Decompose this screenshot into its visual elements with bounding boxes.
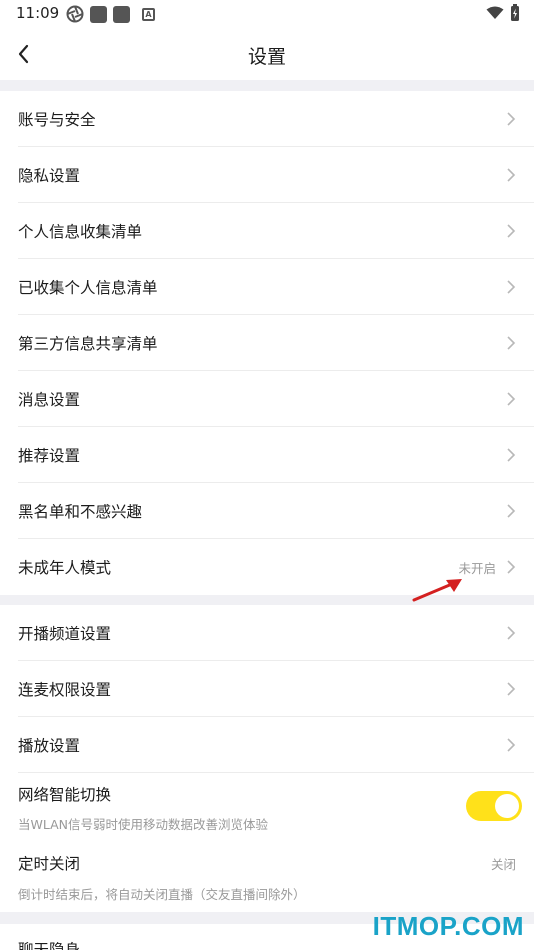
settings-item-label: 隐私设置 [18,167,81,185]
aperture-icon [66,5,84,23]
wifi-icon [486,6,504,19]
settings-item-label: 聊天隐身 [18,941,81,950]
settings-item-playback[interactable]: 播放设置 [0,717,534,773]
notification-icons: A [66,5,155,23]
settings-item-label: 开播频道设置 [18,625,112,643]
settings-item-label: 未成年人模式 [18,559,112,577]
network-switch-toggle[interactable] [466,791,522,821]
section-divider [0,80,534,91]
annotation-arrow-icon [412,579,462,602]
settings-item-label: 播放设置 [18,737,81,755]
settings-item-description: 倒计时结束后，将自动关闭直播（交友直播间除外） [18,887,306,902]
chevron-right-icon [507,336,516,350]
timer-off-status: 关闭 [490,857,516,872]
a-badge-icon: A [142,7,155,21]
battery-icon [511,4,519,21]
chevron-right-icon [507,280,516,294]
system-icons [486,4,520,22]
settings-item-label: 网络智能切换 [18,786,112,804]
chevron-right-icon [507,224,516,238]
settings-item-personal-info-list[interactable]: 个人信息收集清单 [0,203,534,259]
status-time: 11:09 [16,4,60,22]
settings-item-label: 黑名单和不感兴趣 [18,503,143,521]
chevron-right-icon [507,626,516,640]
settings-item-recommendation[interactable]: 推荐设置 [0,427,534,483]
top-app-bar: 设置 [0,28,534,80]
page-title: 设置 [247,46,286,68]
chevron-right-icon [507,448,516,462]
settings-item-broadcast-channel[interactable]: 开播频道设置 [0,605,534,661]
status-bar: 11:09 A [0,0,534,28]
app-notification-icon [90,5,107,23]
settings-item-privacy[interactable]: 隐私设置 [0,147,534,203]
settings-item-label: 第三方信息共享清单 [18,335,158,353]
chevron-right-icon [507,112,516,126]
settings-item-account-security[interactable]: 账号与安全 [0,91,534,147]
settings-item-label: 推荐设置 [18,447,81,465]
settings-item-network-switch: 网络智能切换 当WLAN信号弱时使用移动数据改善浏览体验 [0,773,534,851]
toggle-knob [495,794,519,818]
settings-item-message[interactable]: 消息设置 [0,371,534,427]
settings-item-description: 当WLAN信号弱时使用移动数据改善浏览体验 [18,817,269,832]
chevron-right-icon [507,168,516,182]
app-notification-icon [113,5,130,23]
settings-item-label: 已收集个人信息清单 [18,279,158,297]
settings-item-timer-off[interactable]: 定时关闭 关闭 倒计时结束后，将自动关闭直播（交友直播间除外） [0,842,534,912]
watermark: ITMOP.COM [372,911,524,941]
settings-item-label: 连麦权限设置 [18,681,112,699]
chevron-right-icon [507,392,516,406]
settings-item-label: 消息设置 [18,391,81,409]
chevron-right-icon [507,560,516,574]
settings-item-label: 定时关闭 [18,855,81,873]
settings-item-label: 个人信息收集清单 [18,223,143,241]
settings-item-blacklist[interactable]: 黑名单和不感兴趣 [0,483,534,539]
settings-item-third-party-sharing[interactable]: 第三方信息共享清单 [0,315,534,371]
settings-item-co-host-permission[interactable]: 连麦权限设置 [0,661,534,717]
chevron-right-icon [507,504,516,518]
chevron-right-icon [507,682,516,696]
chevron-right-icon [507,738,516,752]
settings-item-collected-info-list[interactable]: 已收集个人信息清单 [0,259,534,315]
settings-item-label: 账号与安全 [18,111,96,129]
